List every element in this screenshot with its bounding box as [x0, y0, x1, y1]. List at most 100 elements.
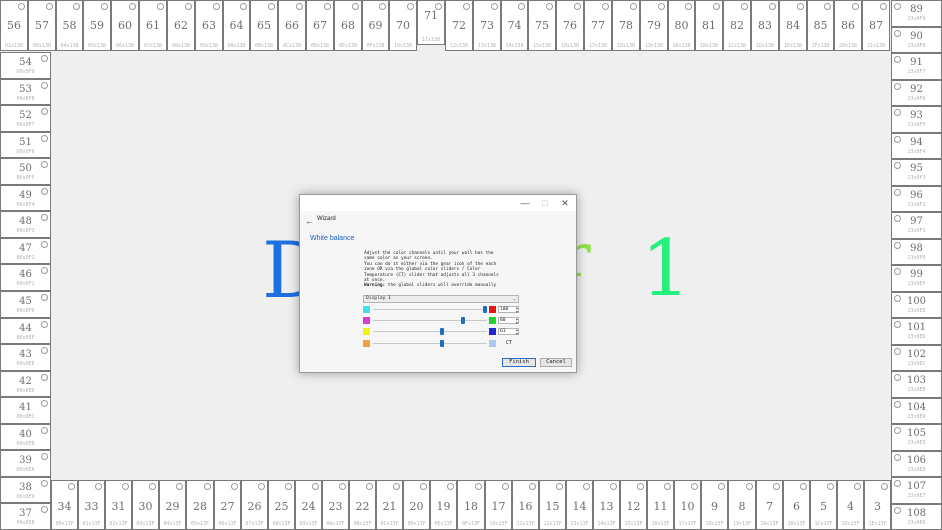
gear-icon[interactable] [41, 161, 48, 168]
gear-icon[interactable] [824, 3, 831, 10]
gear-icon[interactable] [312, 483, 319, 490]
gear-icon[interactable] [41, 321, 48, 328]
gear-icon[interactable] [894, 109, 901, 116]
gear-icon[interactable] [894, 401, 901, 408]
gear-icon[interactable] [41, 347, 48, 354]
zone-85[interactable]: 85 1Fx138 [807, 0, 834, 51]
gear-icon[interactable] [420, 483, 427, 490]
gear-icon[interactable] [800, 483, 807, 490]
gear-icon[interactable] [18, 3, 25, 10]
gear-icon[interactable] [268, 3, 275, 10]
zone-43[interactable]: 43 00x0EE [0, 344, 51, 371]
cancel-button[interactable]: Cancel [540, 358, 572, 367]
yellow-slider[interactable] [373, 331, 487, 332]
gear-icon[interactable] [185, 3, 192, 10]
zone-78[interactable]: 78 18x138 [612, 0, 640, 51]
zone-8[interactable]: 8 19x13F [728, 480, 756, 530]
gear-icon[interactable] [894, 30, 901, 37]
zone-103[interactable]: 103 23x0EB [891, 371, 942, 398]
zone-4[interactable]: 4 1Dx13F [837, 480, 864, 530]
zone-79[interactable]: 79 19x138 [640, 0, 668, 51]
zone-96[interactable]: 96 23x0F2 [891, 186, 942, 212]
slider-thumb[interactable] [483, 306, 487, 313]
gear-icon[interactable] [502, 483, 509, 490]
gear-icon[interactable] [68, 483, 75, 490]
zone-29[interactable]: 29 04x13F [159, 480, 186, 530]
zone-68[interactable]: 68 0Ex138 [334, 0, 362, 51]
zone-65[interactable]: 65 0Bx138 [250, 0, 278, 51]
zone-21[interactable]: 21 0Cx13F [376, 480, 403, 530]
gear-icon[interactable] [435, 3, 442, 10]
gear-icon[interactable] [894, 83, 901, 90]
gear-icon[interactable] [610, 483, 617, 490]
gear-icon[interactable] [529, 483, 536, 490]
gear-icon[interactable] [379, 3, 386, 10]
zone-30[interactable]: 30 03x13F [132, 480, 159, 530]
gear-icon[interactable] [41, 188, 48, 195]
gear-icon[interactable] [41, 453, 48, 460]
gear-icon[interactable] [491, 3, 498, 10]
gear-icon[interactable] [41, 400, 48, 407]
zone-26[interactable]: 26 07x13F [241, 480, 268, 530]
gear-icon[interactable] [746, 483, 753, 490]
gear-icon[interactable] [240, 3, 247, 10]
magenta-value-spinbox[interactable]: 80 ▲ ▼ [498, 317, 519, 325]
zone-34[interactable]: 34 00x13F [51, 480, 78, 530]
cyan-slider[interactable] [373, 309, 487, 310]
slider-thumb[interactable] [440, 328, 444, 335]
spin-arrows-icon[interactable]: ▲ ▼ [516, 317, 518, 325]
zone-75[interactable]: 75 15x138 [528, 0, 556, 51]
gear-icon[interactable] [41, 267, 48, 274]
gear-icon[interactable] [339, 483, 346, 490]
zone-22[interactable]: 22 0Bx13F [349, 480, 376, 530]
zone-46[interactable]: 46 00x0F1 [0, 264, 51, 291]
gear-icon[interactable] [41, 214, 48, 221]
zone-56[interactable]: 56 01x138 [0, 0, 28, 51]
zone-48[interactable]: 48 00x0F3 [0, 211, 51, 238]
gear-icon[interactable] [258, 483, 265, 490]
ct-slider[interactable] [373, 343, 487, 344]
zone-19[interactable]: 19 0Ex13F [430, 480, 457, 530]
zone-91[interactable]: 91 23x0F7 [891, 53, 942, 80]
gear-icon[interactable] [41, 506, 48, 513]
zone-40[interactable]: 40 00x0EB [0, 424, 51, 450]
gear-icon[interactable] [41, 82, 48, 89]
zone-7[interactable]: 7 1Ax13F [756, 480, 783, 530]
gear-icon[interactable] [149, 483, 156, 490]
zone-99[interactable]: 99 23x0EF [891, 265, 942, 292]
zone-59[interactable]: 59 05x138 [83, 0, 111, 51]
gear-icon[interactable] [894, 295, 901, 302]
gear-icon[interactable] [894, 189, 901, 196]
gear-icon[interactable] [894, 348, 901, 355]
zone-108[interactable]: 108 23x0E6 [891, 504, 942, 530]
zone-13[interactable]: 13 14x13F [593, 480, 620, 530]
zone-6[interactable]: 6 1Bx13F [783, 480, 810, 530]
zone-80[interactable]: 80 1Ax138 [668, 0, 695, 51]
zone-106[interactable]: 106 23x0E8 [891, 451, 942, 477]
gear-icon[interactable] [157, 3, 164, 10]
gear-icon[interactable] [894, 56, 901, 63]
gear-icon[interactable] [894, 427, 901, 434]
gear-icon[interactable] [122, 483, 129, 490]
zone-94[interactable]: 94 23x0F4 [891, 133, 942, 159]
gear-icon[interactable] [894, 3, 901, 10]
gear-icon[interactable] [352, 3, 359, 10]
finish-button[interactable]: Finish [502, 358, 536, 367]
gear-icon[interactable] [41, 55, 48, 62]
zone-49[interactable]: 49 00x0F4 [0, 185, 51, 211]
zone-51[interactable]: 51 00x0F6 [0, 132, 51, 158]
zone-39[interactable]: 39 00x0EA [0, 450, 51, 477]
gear-icon[interactable] [691, 483, 698, 490]
zone-95[interactable]: 95 23x0F3 [891, 159, 942, 186]
gear-icon[interactable] [41, 135, 48, 142]
gear-icon[interactable] [797, 3, 804, 10]
gear-icon[interactable] [637, 483, 644, 490]
zone-104[interactable]: 104 23x0EA [891, 398, 942, 424]
back-arrow-icon[interactable]: ← [305, 216, 314, 226]
spin-arrows-icon[interactable]: ▲ ▼ [516, 306, 518, 314]
magenta-slider[interactable] [373, 320, 487, 321]
gear-icon[interactable] [176, 483, 183, 490]
zone-92[interactable]: 92 23x0F6 [891, 80, 942, 106]
zone-5[interactable]: 5 1Cx13F [810, 480, 837, 530]
zone-89[interactable]: 89 23x0F9 [891, 0, 942, 27]
